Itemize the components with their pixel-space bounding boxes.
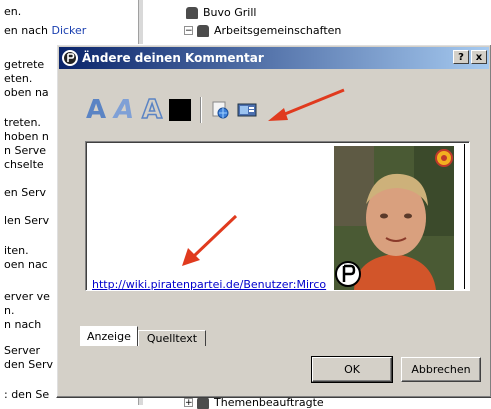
log-line: oben na xyxy=(4,86,49,99)
tab-quelltext[interactable]: Quelltext xyxy=(137,330,207,346)
format-toolbar: A A A xyxy=(85,94,257,126)
log-line: hoben n xyxy=(4,130,49,143)
dialog-titlebar[interactable]: Ändere deinen Kommentar ? x xyxy=(59,47,489,69)
bold-button[interactable]: A xyxy=(85,95,107,125)
log-line: n nach xyxy=(4,318,42,331)
tab-anzeige[interactable]: Anzeige xyxy=(80,326,138,346)
underline-button[interactable]: A xyxy=(141,94,163,126)
profile-link[interactable]: http://wiki.piratenpartei.de/Benutzer:Mi… xyxy=(92,278,326,291)
log-line: len Serv xyxy=(4,214,50,227)
edit-comment-dialog: Ändere deinen Kommentar ? x A A A http:/… xyxy=(56,44,491,398)
collapse-icon[interactable]: − xyxy=(184,26,193,36)
expand-icon[interactable]: + xyxy=(184,398,193,408)
help-button[interactable]: ? xyxy=(453,50,469,64)
color-picker-button[interactable] xyxy=(169,99,191,121)
log-line: n Serve xyxy=(4,144,47,157)
image-icon xyxy=(237,103,257,117)
group-icon xyxy=(197,24,209,37)
log-line: Server xyxy=(4,344,41,357)
log-line: getrete xyxy=(4,58,45,71)
log-line: erver ve xyxy=(4,290,50,303)
italic-button[interactable]: A xyxy=(113,95,135,125)
insert-image-button[interactable] xyxy=(237,100,257,120)
globe-icon xyxy=(212,101,229,119)
log-line: en nach Dicker xyxy=(4,24,87,37)
log-line: : den Se xyxy=(4,388,50,401)
log-line: en. xyxy=(4,5,22,18)
text-cursor-line xyxy=(464,144,465,289)
tree-item[interactable]: − Arbeitsgemeinschaften xyxy=(184,24,341,37)
insert-link-button[interactable] xyxy=(211,100,231,120)
view-tabs: Anzeige Quelltext xyxy=(80,326,207,346)
pirate-logo-icon xyxy=(62,50,78,66)
log-user-link[interactable]: Dicker xyxy=(51,24,86,37)
log-line: eten. xyxy=(4,72,33,85)
user-avatar xyxy=(334,146,454,290)
ok-button[interactable]: OK xyxy=(311,356,393,383)
log-line: n. xyxy=(4,304,15,317)
comment-editor[interactable]: http://wiki.piratenpartei.de/Benutzer:Mi… xyxy=(85,141,470,291)
cancel-button[interactable]: Abbrechen xyxy=(401,357,481,382)
log-line: iten. xyxy=(4,244,29,257)
log-line: en Serv xyxy=(4,186,47,199)
group-icon xyxy=(197,396,209,409)
tree-item[interactable]: Buvo Grill xyxy=(186,6,256,19)
toolbar-separator xyxy=(200,97,202,123)
close-button[interactable]: x xyxy=(471,50,487,64)
log-line: oen nac xyxy=(4,258,48,271)
log-line: den Serv xyxy=(4,358,54,371)
log-line: chselte xyxy=(4,158,44,171)
group-icon xyxy=(186,6,198,19)
log-line: treten. xyxy=(4,116,41,129)
dialog-title: Ändere deinen Kommentar xyxy=(82,51,264,65)
